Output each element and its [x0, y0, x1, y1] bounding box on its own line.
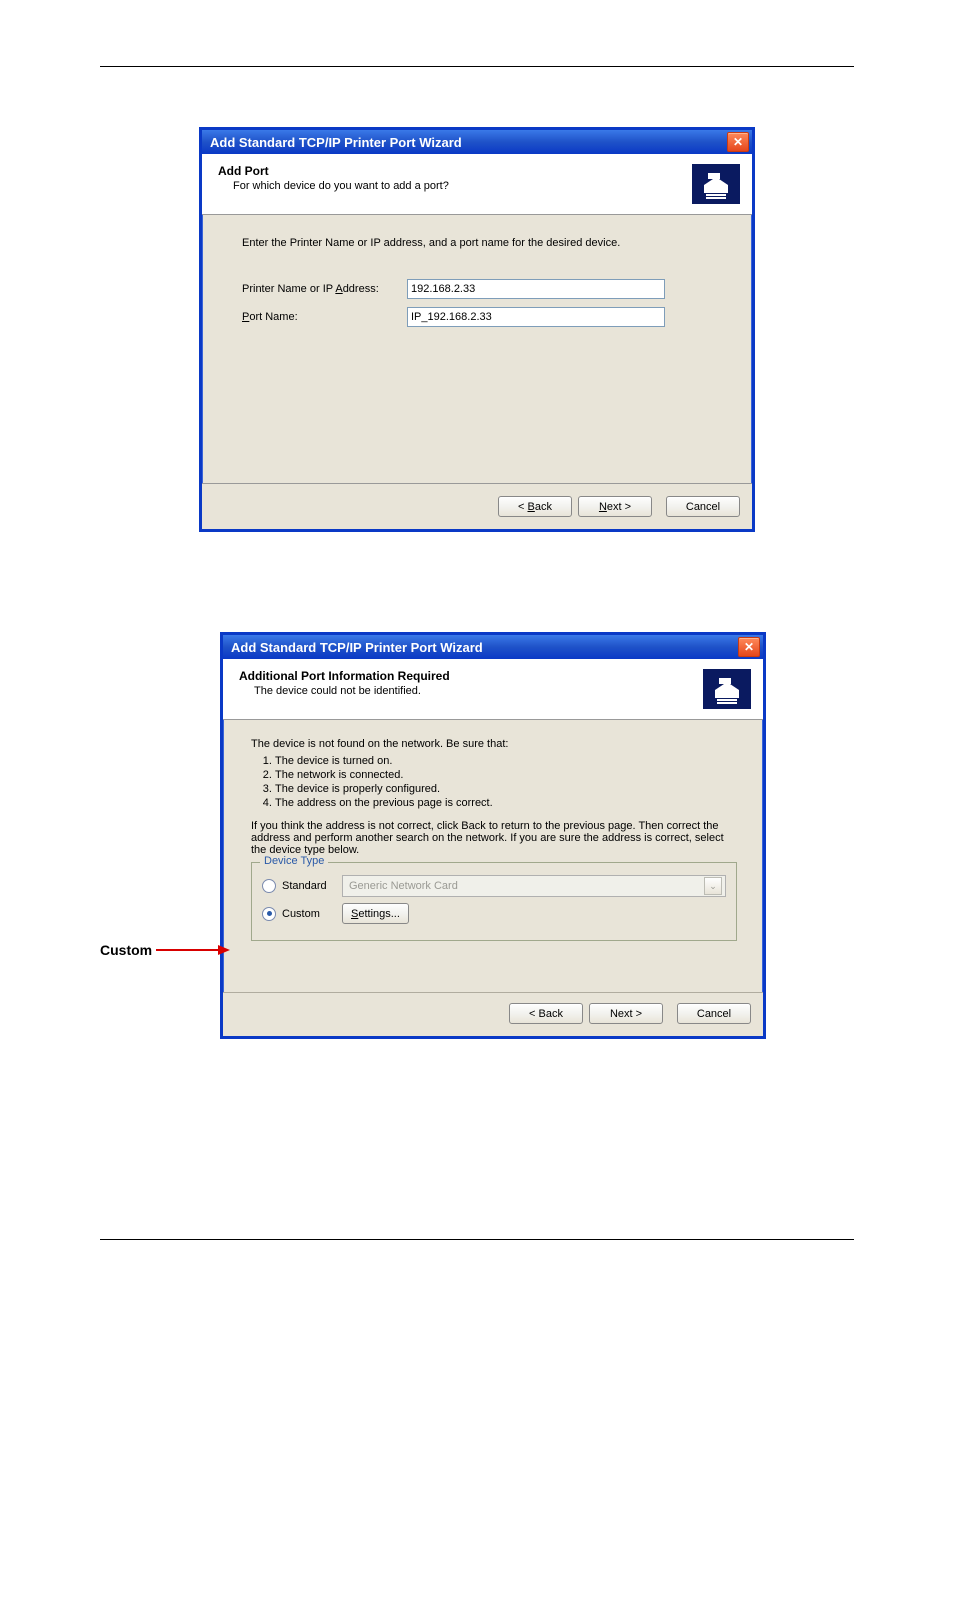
- list-item: The device is properly configured.: [275, 782, 737, 796]
- wizard-footer: < Back Next > Cancel: [202, 483, 752, 529]
- header-subtitle: The device could not be identified.: [254, 685, 693, 697]
- arrow-icon: [152, 943, 230, 957]
- port-name-input[interactable]: [407, 307, 665, 327]
- cancel-button[interactable]: Cancel: [677, 1003, 751, 1024]
- next-button[interactable]: Next >: [578, 496, 652, 517]
- wizard-header: Add Port For which device do you want to…: [202, 154, 752, 215]
- instruction-text: Enter the Printer Name or IP address, an…: [242, 237, 718, 249]
- back-button[interactable]: < Back: [509, 1003, 583, 1024]
- title-text: Add Standard TCP/IP Printer Port Wizard: [210, 135, 462, 150]
- ip-address-label: Printer Name or IP Address:: [242, 283, 407, 295]
- device-type-group: Device Type Standard Generic Network Car…: [251, 862, 737, 941]
- port-name-label: Port Name:: [242, 311, 407, 323]
- radio-custom[interactable]: [262, 907, 276, 921]
- list-item: The device is turned on.: [275, 754, 737, 768]
- callout-custom: Custom: [100, 942, 230, 958]
- wizard-body: Enter the Printer Name or IP address, an…: [202, 215, 752, 483]
- next-button[interactable]: Next >: [589, 1003, 663, 1024]
- ip-address-input[interactable]: [407, 279, 665, 299]
- wizard-dialog-add-port: Add Standard TCP/IP Printer Port Wizard …: [199, 127, 755, 532]
- printer-icon: [692, 164, 740, 204]
- list-item: The network is connected.: [275, 768, 737, 782]
- chevron-down-icon: ⌄: [704, 877, 722, 895]
- checklist: The device is turned on. The network is …: [255, 754, 737, 810]
- title-text: Add Standard TCP/IP Printer Port Wizard: [231, 640, 483, 655]
- radio-standard[interactable]: [262, 879, 276, 893]
- header-title: Add Port: [218, 164, 682, 178]
- list-item: The address on the previous page is corr…: [275, 796, 737, 810]
- wizard-header: Additional Port Information Required The…: [223, 659, 763, 720]
- header-subtitle: For which device do you want to add a po…: [233, 180, 682, 192]
- device-type-combo: Generic Network Card ⌄: [342, 875, 726, 897]
- header-title: Additional Port Information Required: [239, 669, 693, 683]
- titlebar[interactable]: Add Standard TCP/IP Printer Port Wizard …: [223, 635, 763, 659]
- radio-custom-label: Custom: [282, 908, 336, 920]
- settings-button[interactable]: Settings...: [342, 903, 409, 924]
- device-type-legend: Device Type: [260, 855, 328, 867]
- cancel-button[interactable]: Cancel: [666, 496, 740, 517]
- wizard-dialog-additional-info: Add Standard TCP/IP Printer Port Wizard …: [220, 632, 766, 1039]
- intro-text: The device is not found on the network. …: [251, 738, 737, 750]
- close-icon[interactable]: ✕: [727, 132, 749, 152]
- radio-standard-label: Standard: [282, 880, 336, 892]
- back-button[interactable]: < Back: [498, 496, 572, 517]
- callout-label: Custom: [100, 942, 152, 958]
- wizard-body: The device is not found on the network. …: [223, 720, 763, 992]
- titlebar[interactable]: Add Standard TCP/IP Printer Port Wizard …: [202, 130, 752, 154]
- wizard-footer: < Back Next > Cancel: [223, 992, 763, 1036]
- printer-icon: [703, 669, 751, 709]
- close-icon[interactable]: ✕: [738, 637, 760, 657]
- paragraph: If you think the address is not correct,…: [251, 820, 737, 856]
- combo-value: Generic Network Card: [349, 880, 458, 892]
